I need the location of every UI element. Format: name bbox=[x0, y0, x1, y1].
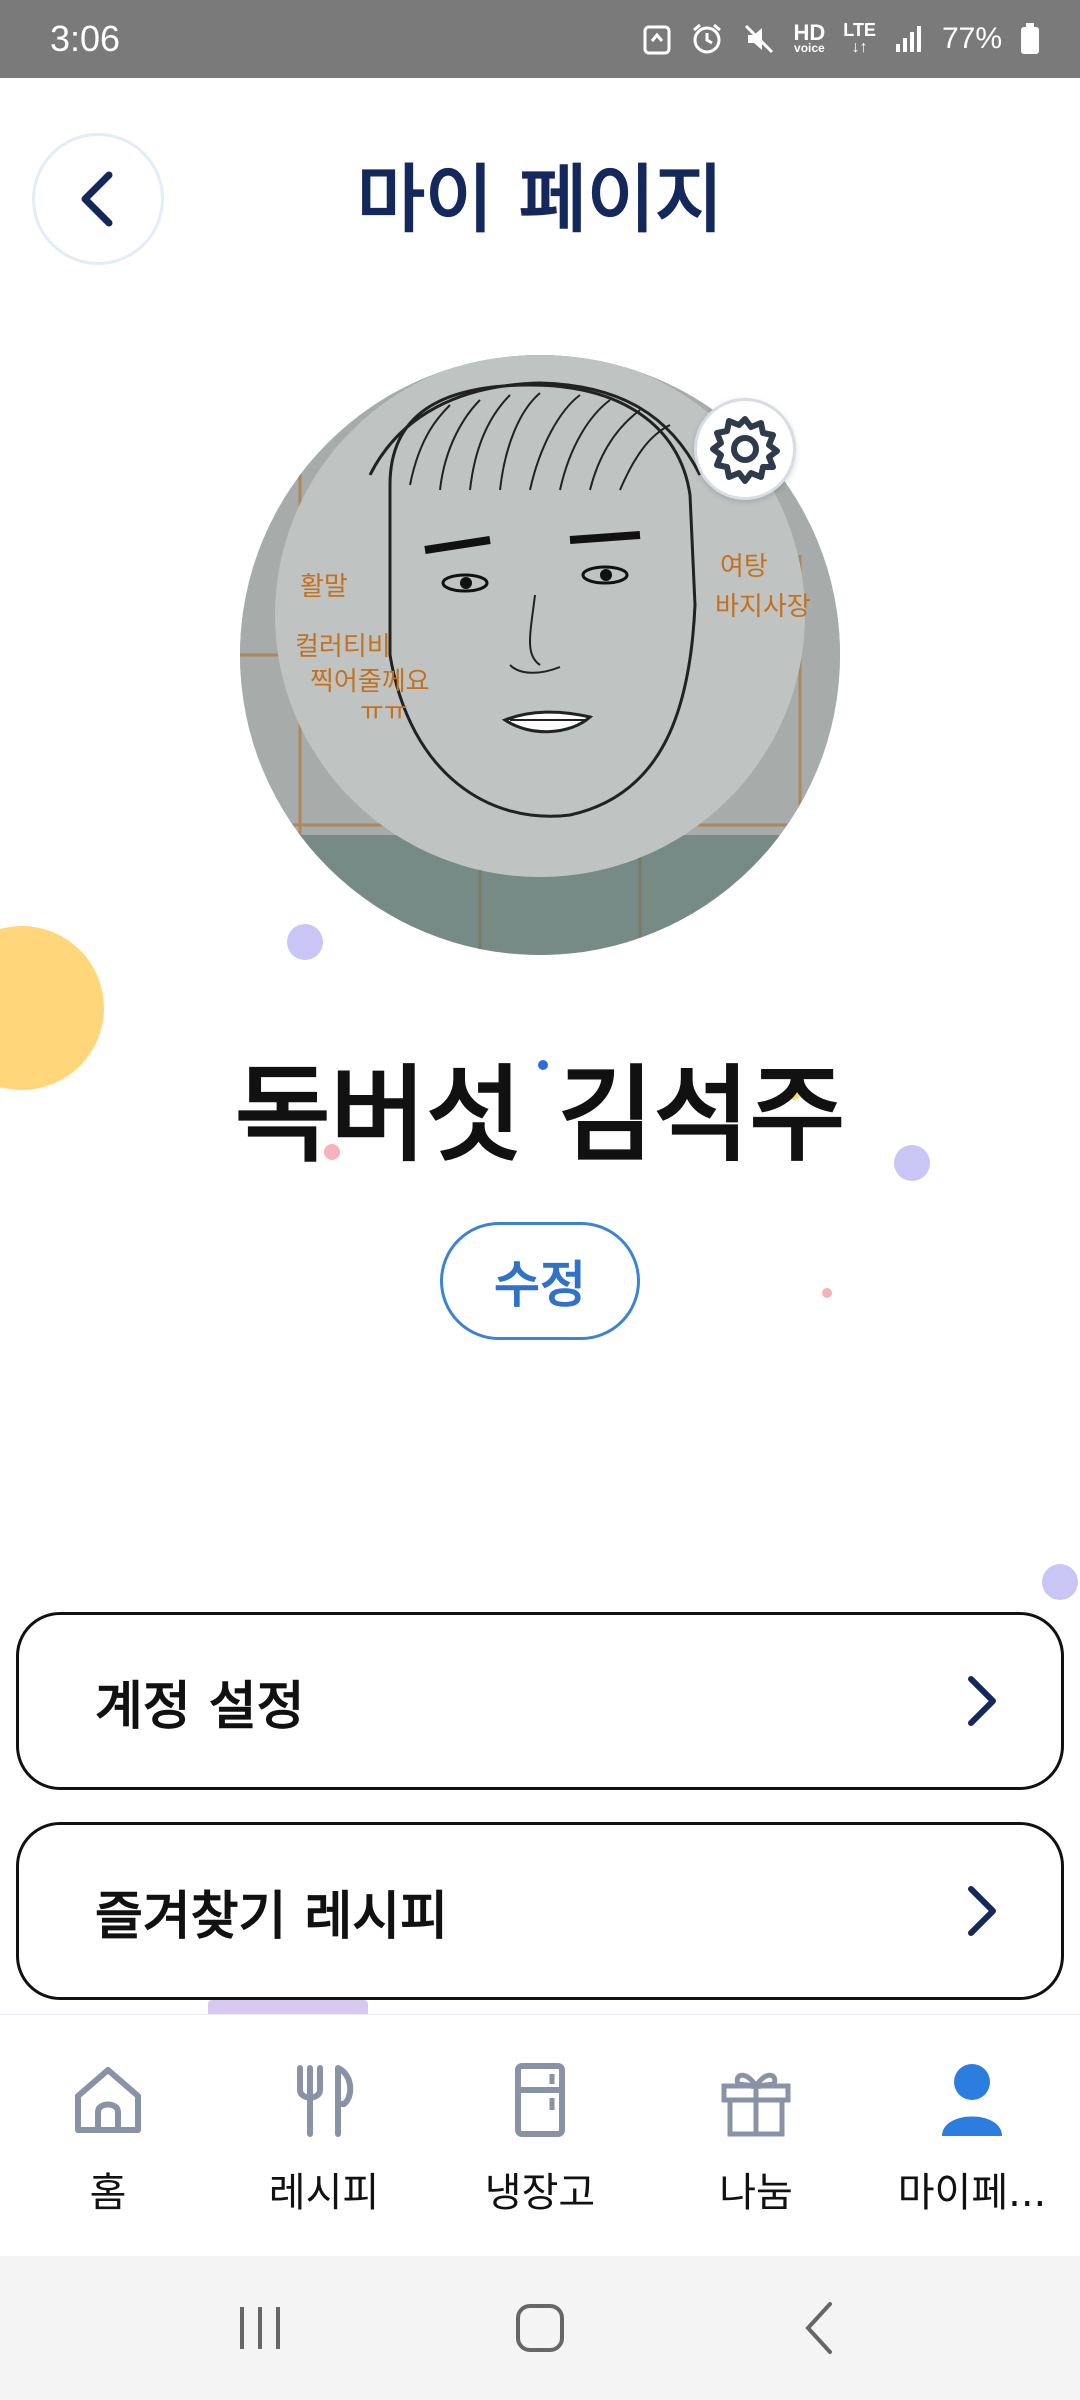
chevron-right-icon bbox=[968, 1676, 996, 1726]
nav-label: 냉장고 bbox=[484, 2170, 596, 2216]
gift-icon bbox=[716, 2060, 796, 2140]
svg-text:ㅠㅠ: ㅠㅠ bbox=[360, 697, 408, 727]
nav-item-share[interactable]: 나눔 bbox=[656, 2060, 856, 2218]
decor-dot-lavender bbox=[287, 924, 323, 960]
recents-icon[interactable] bbox=[230, 2303, 290, 2353]
svg-text:찍어줄께요: 찍어줄께요 bbox=[310, 667, 430, 697]
user-name: 독버섯 김석주 bbox=[234, 1054, 846, 1176]
utensils-icon bbox=[284, 2060, 364, 2140]
profile-settings-button[interactable] bbox=[694, 398, 796, 500]
home-button-icon[interactable] bbox=[510, 2298, 570, 2358]
back-nav-icon[interactable] bbox=[790, 2298, 850, 2358]
menu-row-favorite-recipes[interactable]: 즐겨찾기 레시피 bbox=[16, 1822, 1064, 2000]
decor-dot-lavender bbox=[1042, 1564, 1078, 1600]
bottom-nav: 홈 레시피 냉장고 나눔 마이페... bbox=[0, 2014, 1080, 2256]
nav-item-home[interactable]: 홈 bbox=[8, 2060, 208, 2218]
mute-icon bbox=[744, 24, 773, 54]
lte-indicator: LTE ↓↑ bbox=[843, 20, 876, 56]
nav-label: 마이페... bbox=[897, 2170, 1047, 2216]
edit-profile-button[interactable]: 수정 bbox=[440, 1222, 640, 1340]
my-page-screen: 3:06 HD voice LTE ↓↑ 77% 마이 페이지 활말 컬러티비 … bbox=[0, 0, 1080, 2400]
menu-row-account-settings[interactable]: 계정 설정 bbox=[16, 1612, 1064, 1790]
hd-voice-indicator: HD voice bbox=[793, 20, 826, 55]
nav-label: 나눔 bbox=[719, 2170, 793, 2216]
recycle-notification-icon bbox=[643, 25, 670, 55]
system-nav-bar bbox=[0, 2256, 1080, 2400]
alarm-icon bbox=[692, 23, 721, 54]
decor-dot-pink bbox=[822, 1288, 832, 1298]
status-time: 3:06 bbox=[50, 18, 121, 59]
svg-text:여탕: 여탕 bbox=[720, 552, 768, 582]
status-bar: 3:06 HD voice LTE ↓↑ 77% bbox=[0, 0, 1080, 78]
signal-icon bbox=[895, 26, 921, 52]
nav-item-mypage[interactable]: 마이페... bbox=[872, 2060, 1072, 2218]
fridge-icon bbox=[500, 2060, 580, 2140]
svg-text:바지사장: 바지사장 bbox=[715, 592, 811, 622]
battery-percent: 77% bbox=[941, 22, 1002, 55]
person-icon bbox=[932, 2060, 1012, 2140]
svg-text:활말: 활말 bbox=[300, 572, 348, 602]
gear-icon bbox=[710, 416, 780, 484]
svg-text:컬러티비: 컬러티비 bbox=[295, 632, 391, 662]
nav-item-fridge[interactable]: 냉장고 bbox=[440, 2060, 640, 2218]
nav-label: 레시피 bbox=[268, 2170, 380, 2216]
chevron-right-icon bbox=[968, 1886, 996, 1936]
nav-label: 홈 bbox=[89, 2170, 127, 2216]
battery-icon bbox=[1021, 23, 1039, 54]
menu-label: 즐겨찾기 레시피 bbox=[95, 1886, 448, 1947]
nav-item-recipe[interactable]: 레시피 bbox=[224, 2060, 424, 2218]
menu-label: 계정 설정 bbox=[95, 1676, 305, 1737]
status-icons: HD voice LTE ↓↑ 77% bbox=[642, 21, 1041, 57]
scroll-peek-decoration bbox=[208, 2000, 368, 2014]
home-icon bbox=[68, 2060, 148, 2140]
page-title: 마이 페이지 bbox=[356, 157, 724, 243]
